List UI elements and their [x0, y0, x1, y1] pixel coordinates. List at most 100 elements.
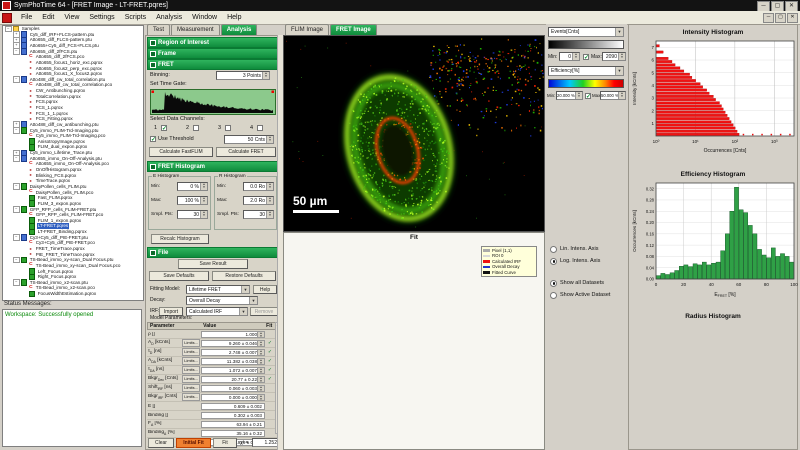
e-smpl-input[interactable]: 30	[177, 210, 208, 219]
r-min-input[interactable]: 0.0 Ro	[243, 182, 274, 191]
r-smpl-input[interactable]: 30	[243, 210, 274, 219]
initial-fit-button[interactable]: Initial Fit	[176, 438, 211, 448]
events-max-input[interactable]: 2090	[602, 52, 626, 61]
tree-expander-icon[interactable]: −	[13, 234, 20, 241]
param-row[interactable]: AD [kCnts] Limits...9.260 ± 0.046✓	[147, 339, 277, 348]
e-max-input[interactable]: 100 %	[177, 196, 208, 205]
use-threshold-checkbox[interactable]	[150, 136, 156, 143]
tree-item[interactable]: FocusWidthEstimation.pqrox	[3, 290, 143, 298]
limits-button[interactable]: Limits...	[182, 375, 200, 383]
fit-checkbox[interactable]: ✓	[265, 340, 275, 346]
param-value[interactable]: 20.77 ± 0.22	[201, 375, 265, 383]
tree-expander-icon[interactable]: −	[13, 256, 20, 264]
fit-checkbox[interactable]: ✓	[265, 349, 275, 355]
radio-lin-intens-axis[interactable]: Lin. Intens. Axis	[550, 244, 599, 254]
limits-button[interactable]: Limits...	[182, 393, 200, 401]
calculate-fret-button[interactable]: Calculate FRET	[216, 147, 276, 157]
palette-select-events[interactable]: Events[Cnts] ▼	[548, 27, 624, 37]
param-row[interactable]: τD [ns] Limits...2.748 ± 0.007✓	[147, 348, 277, 357]
tab-analysis[interactable]: Analysis	[220, 24, 258, 35]
param-row[interactable]: BindingA [%] 35.16 ± 0.32	[147, 429, 277, 438]
fit-checkbox[interactable]: ✓	[265, 358, 275, 364]
menu-window[interactable]: Window	[187, 11, 222, 24]
binning-input[interactable]: 3 Points	[216, 71, 270, 80]
menu-settings[interactable]: Settings	[84, 11, 119, 24]
save-defaults-button[interactable]: Save Defaults	[149, 271, 209, 281]
param-row[interactable]: ShiftIRF [ns] Limits... 0.060 ± 0.003	[147, 384, 277, 393]
tab-measurement[interactable]: Measurement	[171, 24, 220, 35]
radio-show-active-dataset[interactable]: Show Active Dataset	[550, 290, 610, 300]
fitting-model-select[interactable]: Lifetime FRET ▼	[186, 285, 250, 294]
palette-select-efficiency[interactable]: Efficiency[%] ▼	[548, 66, 624, 76]
section-fret[interactable]: FRET	[147, 59, 284, 70]
calculate-fastflim-button[interactable]: Calculate FastFLIM	[149, 147, 213, 157]
radio-show-all-datasets[interactable]: Show all Datasets	[550, 278, 604, 288]
menu-analysis[interactable]: Analysis	[151, 11, 187, 24]
param-value[interactable]: 0.302 ± 0.003	[201, 411, 265, 419]
limits-button[interactable]: Limits...	[182, 357, 200, 365]
spinner-icon[interactable]	[262, 72, 269, 79]
param-value[interactable]: 1.000	[201, 330, 265, 338]
tab-test[interactable]: Test	[147, 24, 171, 35]
r-max-input[interactable]: 2.0 Ro	[243, 196, 274, 205]
limits-button[interactable]: Limits...	[182, 384, 200, 392]
recalc-histogram-button[interactable]: Recalc Histogram	[151, 234, 209, 244]
section-fret-histogram[interactable]: FRET Histogram	[147, 161, 284, 172]
limits-button[interactable]: Limits...	[182, 348, 200, 356]
param-row[interactable]: E [] 0.609 ± 0.002	[147, 402, 277, 411]
param-row[interactable]: ADA [kCnts] Limits...11.382 ± 0.038✓	[147, 357, 277, 366]
efficiency-gradient-bar[interactable]	[548, 79, 624, 88]
fit-button[interactable]: Fit	[213, 438, 237, 448]
param-row[interactable]: FA [%] 63.94 ± 0.21	[147, 420, 277, 429]
intensity-gradient-bar[interactable]	[548, 40, 624, 49]
eff-min-input[interactable]: 20.000 %	[556, 91, 583, 100]
clear-button[interactable]: Clear	[148, 438, 174, 448]
menu-edit[interactable]: Edit	[37, 11, 59, 24]
tree-expander-icon[interactable]: −	[13, 76, 20, 83]
channel-3-checkbox[interactable]	[225, 125, 231, 131]
menu-file[interactable]: File	[16, 11, 37, 24]
section-frame[interactable]: Frame	[147, 48, 284, 59]
param-value[interactable]: 9.260 ± 0.046	[201, 339, 265, 347]
tree-expander-icon[interactable]: −	[13, 183, 20, 191]
param-row[interactable]: Binding [] 0.302 ± 0.003	[147, 411, 277, 420]
param-row[interactable]: ρ [] 1.000	[147, 330, 277, 339]
eff-max-input[interactable]: 50.000 %	[600, 91, 626, 100]
section-region-of-interest[interactable]: Region of Interest	[147, 37, 284, 48]
param-row[interactable]: τDA [ns] Limits...1.072 ± 0.007✓	[147, 366, 277, 375]
limits-button[interactable]: Limits...	[182, 339, 200, 347]
tab-flim-image[interactable]: FLIM Image	[285, 24, 330, 35]
param-value[interactable]: 0.060 ± 0.003	[201, 384, 265, 392]
limits-button[interactable]: Limits...	[182, 366, 200, 374]
eff-max-checkbox[interactable]	[585, 93, 591, 100]
events-min-input[interactable]: 0	[559, 52, 580, 61]
fret-image-view[interactable]: 50 µm	[283, 35, 545, 232]
help-button[interactable]: Help	[253, 285, 277, 294]
param-value[interactable]: 63.94 ± 0.21	[201, 420, 265, 428]
spinner-icon[interactable]	[266, 136, 273, 143]
radio-log-intens-axis[interactable]: Log. Intens. Axis	[550, 256, 600, 266]
param-value[interactable]: 0.000 ± 0.000	[201, 393, 265, 401]
tree-expander-icon[interactable]: −	[13, 48, 20, 55]
events-max-checkbox[interactable]	[583, 54, 589, 61]
save-result-button[interactable]: Save Result	[178, 259, 248, 269]
decay-select[interactable]: Overall Decay ▼	[186, 296, 258, 305]
child-minimize-button[interactable]: ─	[763, 13, 774, 23]
param-row[interactable]: BkgrIRF [Cnts] Limits... 0.000 ± 0.000	[147, 393, 277, 402]
tab-fret-image[interactable]: FRET Image	[330, 24, 377, 35]
child-close-button[interactable]: ✕	[787, 13, 798, 23]
menu-scripts[interactable]: Scripts	[120, 11, 151, 24]
param-value[interactable]: 35.16 ± 0.32	[201, 429, 265, 437]
tree-expander-icon[interactable]: −	[13, 127, 20, 134]
menu-help[interactable]: Help	[222, 11, 246, 24]
param-value[interactable]: 1.072 ± 0.007	[201, 366, 265, 374]
param-value[interactable]: 11.382 ± 0.038	[201, 357, 265, 365]
tree-expander-icon[interactable]: −	[13, 155, 20, 162]
tree-expander-icon[interactable]: −	[13, 206, 20, 213]
fit-checkbox[interactable]: ✓	[265, 367, 275, 373]
child-restore-button[interactable]: ▢	[775, 13, 786, 23]
tree-expander-icon[interactable]: −	[13, 279, 20, 286]
channel-1-checkbox[interactable]	[161, 125, 167, 132]
param-value[interactable]: 0.609 ± 0.002	[201, 402, 265, 410]
fit-checkbox[interactable]: ✓	[265, 376, 275, 382]
